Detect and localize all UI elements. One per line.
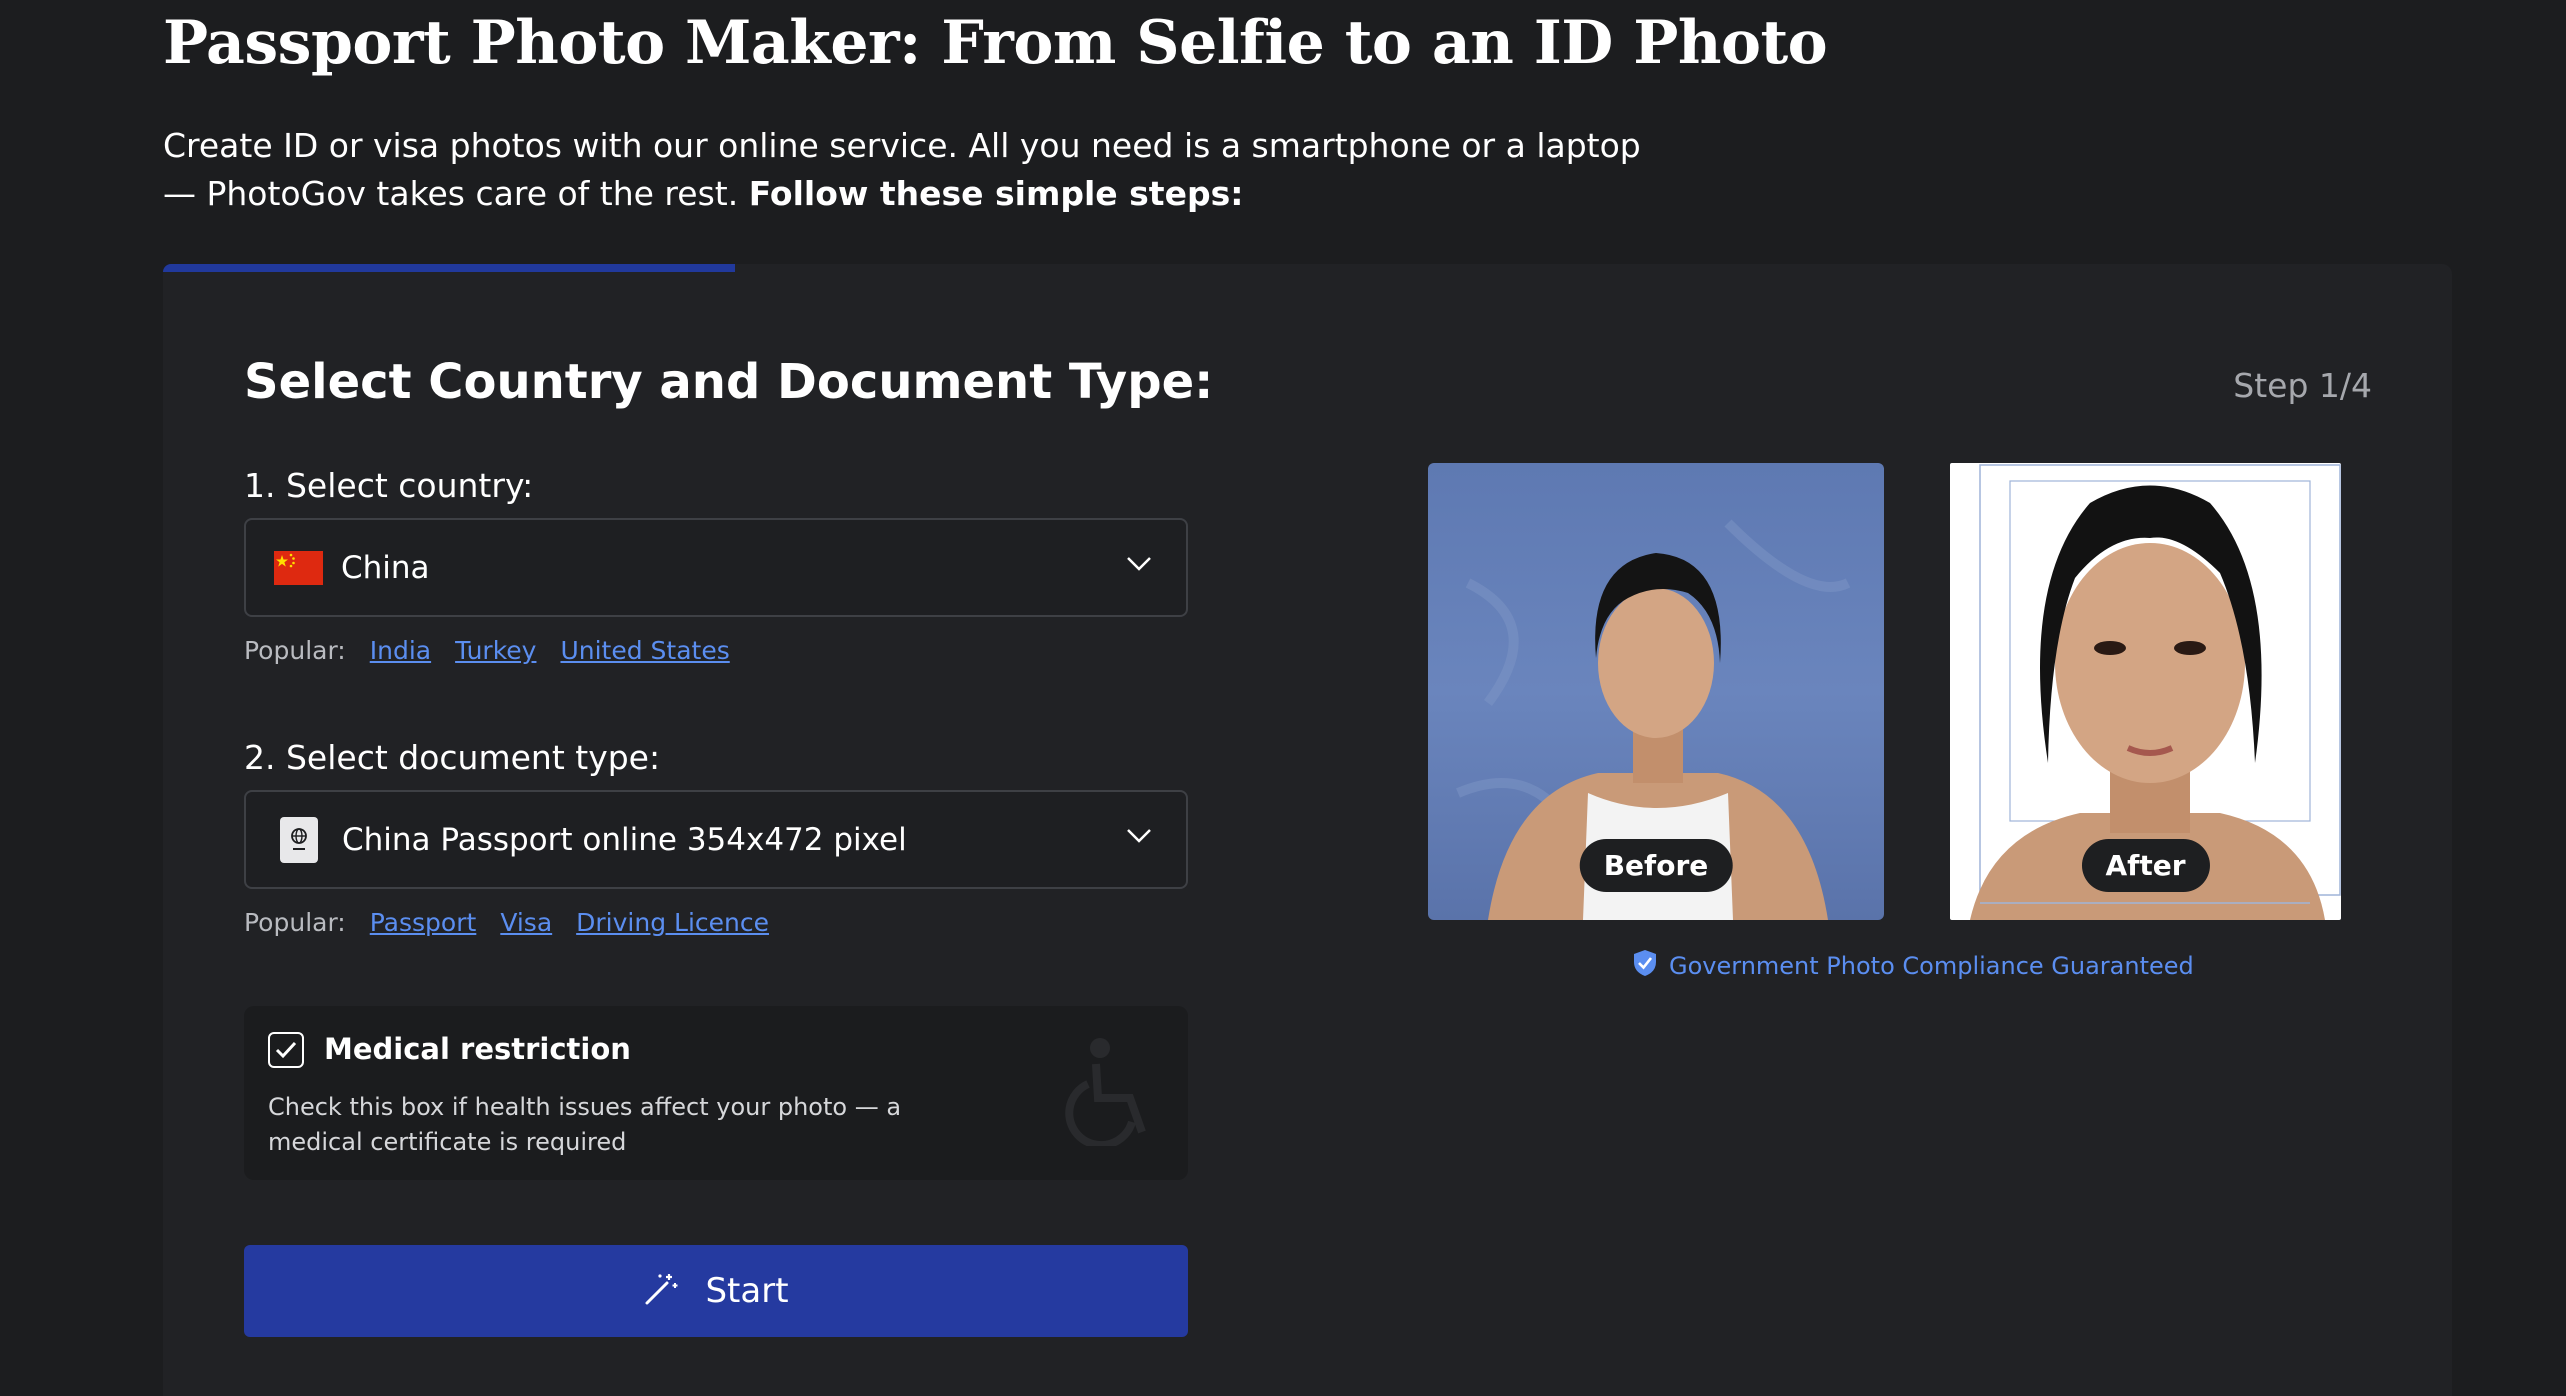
shield-check-icon <box>1633 949 1657 983</box>
intro-text: Create ID or visa photos with our online… <box>163 122 1663 218</box>
wizard-title: Select Country and Document Type: <box>244 354 1214 410</box>
before-photo: Before <box>1428 463 1884 920</box>
start-button-label: Start <box>705 1271 789 1311</box>
popular-country-link[interactable]: Turkey <box>455 636 536 665</box>
medical-restriction-box: Medical restriction Check this box if he… <box>244 1006 1188 1180</box>
passport-icon <box>280 816 318 863</box>
wheelchair-icon <box>1058 1036 1158 1150</box>
popular-documents: Popular: Passport Visa Driving Licence <box>244 908 769 937</box>
progress-fill <box>163 264 736 272</box>
magic-wand-icon <box>643 1271 679 1311</box>
popular-countries: Popular: India Turkey United States <box>244 636 730 665</box>
progress-bar <box>163 264 2452 272</box>
document-select[interactable]: China Passport online 354x472 pixel <box>244 790 1188 889</box>
compliance-text: Government Photo Compliance Guaranteed <box>1669 952 2194 980</box>
popular-country-link[interactable]: India <box>370 636 431 665</box>
popular-label: Popular: <box>244 636 346 665</box>
popular-label: Popular: <box>244 908 346 937</box>
country-value: China <box>341 549 430 586</box>
chevron-down-icon <box>1126 828 1152 848</box>
after-photo: After <box>1950 463 2341 920</box>
after-label: After <box>2081 839 2210 892</box>
wizard-card: Select Country and Document Type: Step 1… <box>163 264 2452 1396</box>
medical-restriction-title: Medical restriction <box>324 1032 631 1066</box>
china-flag-icon <box>274 550 323 585</box>
intro-text-bold: Follow these simple steps: <box>748 174 1244 213</box>
chevron-down-icon <box>1126 556 1152 576</box>
popular-country-link[interactable]: United States <box>560 636 729 665</box>
page-title: Passport Photo Maker: From Selfie to an … <box>163 8 1828 78</box>
compliance-note: Government Photo Compliance Guaranteed <box>1633 949 2194 983</box>
country-label: 1. Select country: <box>244 466 534 505</box>
document-label: 2. Select document type: <box>244 738 661 777</box>
document-value: China Passport online 354x472 pixel <box>342 821 907 858</box>
start-button[interactable]: Start <box>244 1245 1188 1337</box>
medical-restriction-description: Check this box if health issues affect y… <box>268 1093 902 1156</box>
before-label: Before <box>1579 839 1733 892</box>
step-indicator: Step 1/4 <box>2233 366 2372 405</box>
medical-restriction-checkbox[interactable] <box>268 1032 304 1068</box>
popular-document-link[interactable]: Driving Licence <box>576 908 769 937</box>
country-select[interactable]: China <box>244 518 1188 617</box>
popular-document-link[interactable]: Passport <box>370 908 477 937</box>
popular-document-link[interactable]: Visa <box>500 908 552 937</box>
